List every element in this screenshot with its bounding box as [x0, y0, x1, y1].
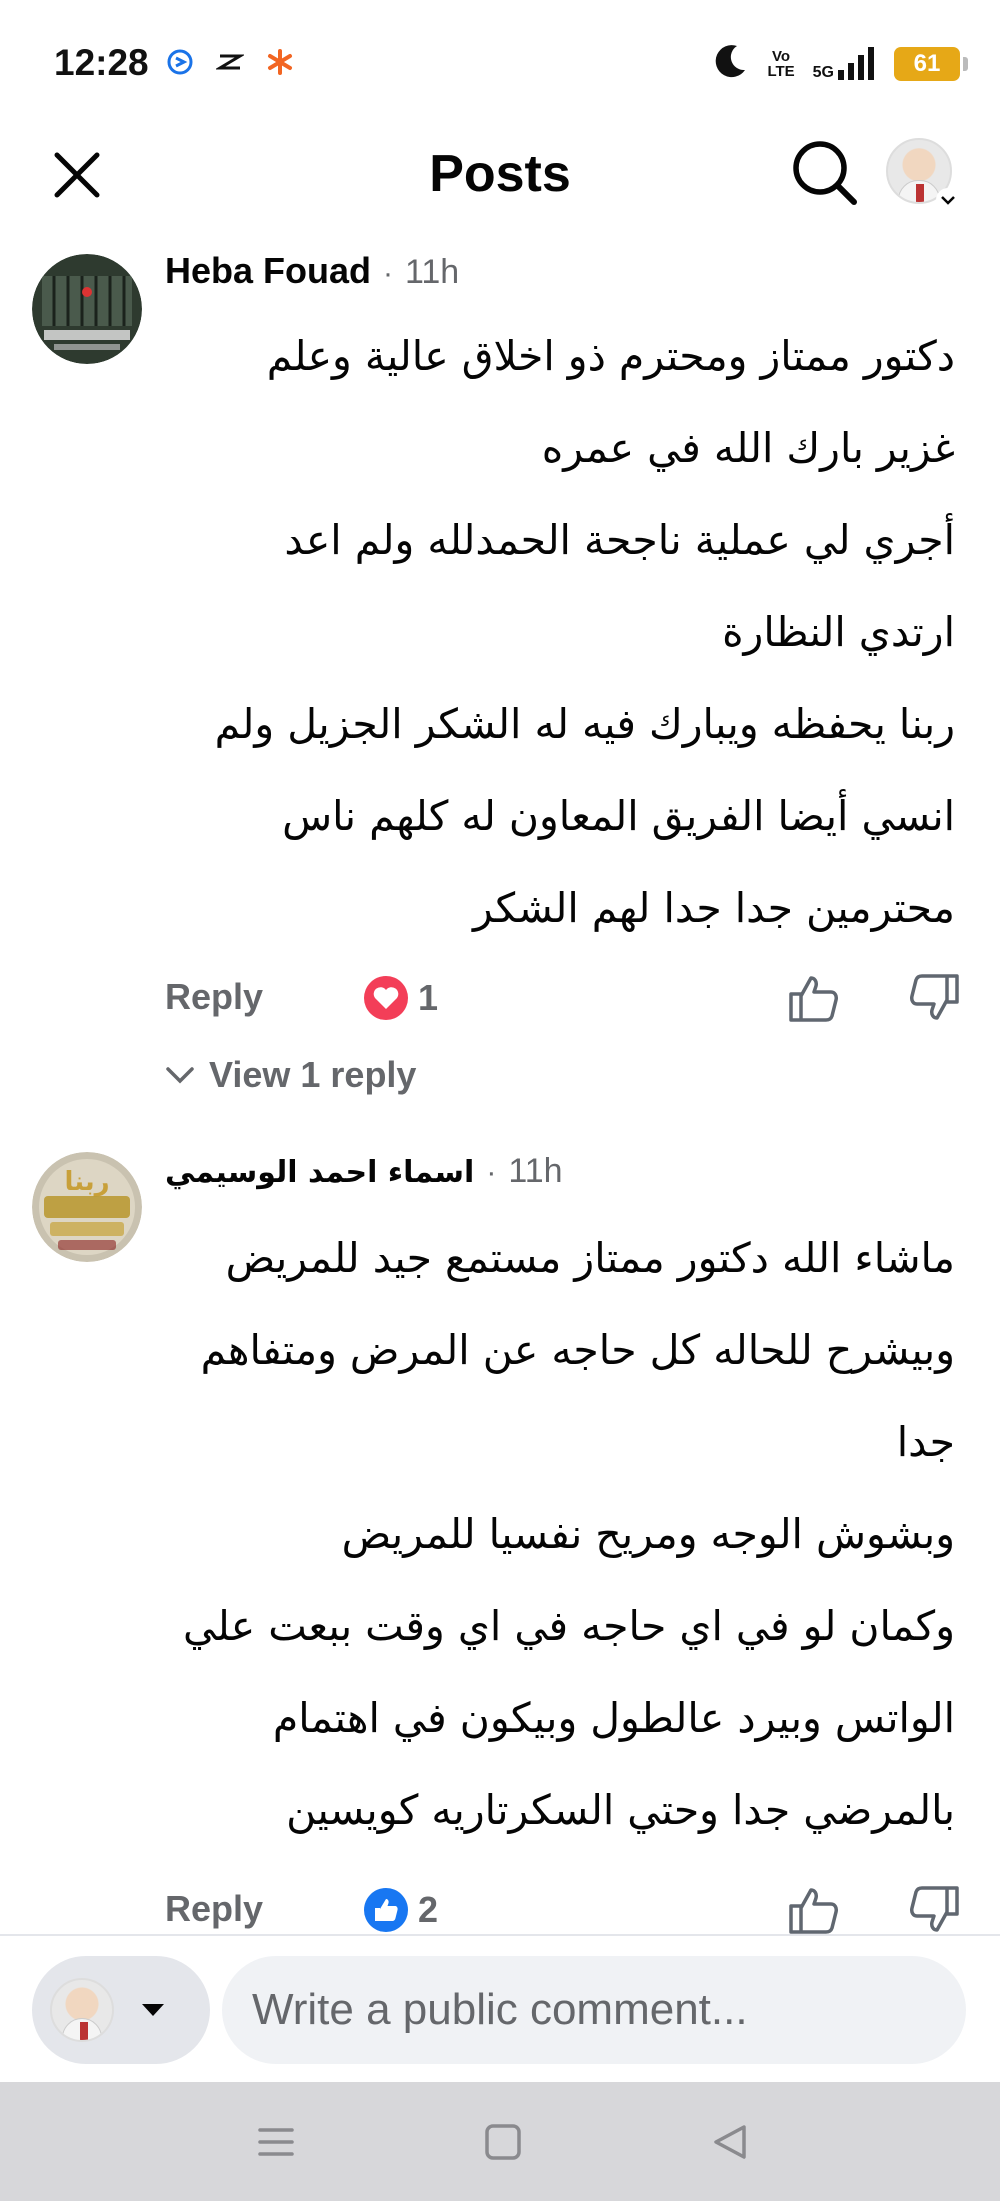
comment-timestamp[interactable]: 11h: [508, 1152, 562, 1191]
comment-author[interactable]: Heba Fouad: [165, 250, 371, 292]
svg-text:ربنا: ربنا: [64, 1167, 109, 1197]
back-triangle-icon: [714, 2125, 746, 2159]
network-type: 5G: [812, 63, 834, 81]
comment-line: انسي أيضا الفريق المعاون له كلهم ناس: [282, 792, 955, 840]
app-notification-icon: [166, 48, 194, 81]
home-square-icon: [485, 2124, 521, 2160]
reaction-count: 1: [418, 977, 439, 1018]
commenter-avatar[interactable]: [32, 254, 142, 364]
battery-indicator: 61: [894, 46, 968, 81]
system-navigation-bar: [0, 2082, 1000, 2201]
reply-button[interactable]: Reply: [165, 976, 263, 1018]
comment-actions: Reply 2: [165, 1882, 1000, 1942]
home-button[interactable]: [473, 2112, 533, 2172]
do-not-disturb-moon-icon: [711, 42, 749, 85]
caret-down-icon: [142, 2004, 164, 2016]
upvote-button[interactable]: [785, 970, 841, 1031]
reply-button[interactable]: Reply: [165, 1888, 263, 1930]
separator-dot: ·: [486, 1156, 497, 1189]
comment-line: غزير بارك الله في عمره: [541, 424, 955, 472]
comment-header: Heba Fouad · 11h: [165, 250, 972, 310]
chevron-down-icon: [166, 1067, 194, 1084]
system-status-icons: Vo LTE 5G 61: [711, 42, 968, 85]
comment-line: وبيشرح للحاله كل حاجه عن المرض ومتفاهم: [200, 1326, 955, 1374]
comment-timestamp[interactable]: 11h: [405, 253, 459, 292]
comment-line: ربنا يحفظه ويبارك فيه له الشكر الجزيل ول…: [214, 700, 955, 748]
profile-switcher-button[interactable]: [886, 138, 960, 212]
comment-line: أجري لي عملية ناجحة الحمدلله ولم اعد: [284, 516, 955, 564]
lte-label: LTE: [767, 62, 795, 80]
view-replies-button[interactable]: View 1 reply: [165, 1054, 416, 1096]
love-reaction-icon: [364, 976, 408, 1020]
thumbs-up-icon: [789, 1888, 838, 1934]
signal-bars-icon: [838, 46, 874, 80]
comment-line: ماشاء الله دكتور ممتاز مستمع جيد للمريض: [225, 1234, 955, 1282]
reaction-count: 2: [418, 1889, 439, 1930]
search-icon: [793, 141, 857, 205]
chevron-down-icon: [936, 188, 960, 212]
comment-composer: [0, 1934, 1000, 2082]
status-time: 12:28: [54, 42, 149, 83]
comment-line: دكتور ممتاز ومحترم ذو اخلاق عالية وعلم: [266, 332, 955, 380]
comment-line: ارتدي النظارة: [722, 608, 955, 656]
back-button[interactable]: [700, 2112, 760, 2172]
comment-line: محترمين جدا جدا لهم الشكر: [472, 884, 955, 932]
comment-text: ماشاء الله دكتور ممتاز مستمع جيد للمريض …: [165, 1212, 955, 1856]
status-bar: 12:28 Vo LTE 5G 61: [0, 0, 1000, 120]
menu-icon: [258, 2128, 294, 2156]
comment-line: وبشوش الوجه ومريح نفسيا للمريض: [341, 1510, 955, 1558]
separator-dot: ·: [383, 257, 394, 290]
comment-input[interactable]: [222, 1956, 966, 2064]
volte-label: Vo: [772, 47, 791, 65]
thumbs-up-icon: [789, 976, 838, 1022]
reaction-summary[interactable]: 2: [362, 1886, 438, 1934]
notification-icons: [166, 48, 294, 81]
like-reaction-icon: [364, 1888, 408, 1932]
commenter-avatar[interactable]: ربنا: [32, 1152, 142, 1262]
view-replies-label: View 1 reply: [209, 1054, 417, 1095]
volte-indicator: Vo LTE: [767, 49, 794, 79]
thumbs-down-icon: [910, 974, 959, 1020]
comment-header: اسماء احمد الوسيمي · 11h: [165, 1152, 972, 1212]
comment-line: بالمرضي جدا وحتي السكرتاريه كويسين: [286, 1786, 955, 1834]
recent-apps-button[interactable]: [246, 2112, 306, 2172]
comment-author[interactable]: اسماء احمد الوسيمي: [165, 1155, 474, 1190]
asterisk-app-icon: [266, 48, 294, 81]
thumbs-down-icon: [910, 1886, 959, 1932]
comment-line: وكمان لو في اي حاجه في اي وقت ببعت علي: [183, 1602, 955, 1650]
downvote-button[interactable]: [907, 970, 963, 1031]
reaction-summary[interactable]: 1: [362, 974, 438, 1022]
comment-text: دكتور ممتاز ومحترم ذو اخلاق عالية وعلم غ…: [165, 310, 955, 954]
top-app-bar: Posts: [0, 120, 1000, 230]
search-button[interactable]: [790, 138, 860, 208]
composer-avatar: [50, 1978, 114, 2042]
comment-as-selector[interactable]: [32, 1956, 210, 2064]
comment-line: الواتس وبيرد عالطول وبيكون في اهتمام: [272, 1694, 955, 1742]
comment-line: جدا: [896, 1418, 955, 1466]
infinity-app-icon: [214, 48, 246, 81]
signal-indicator: 5G: [813, 46, 876, 82]
comment-actions: Reply 1: [165, 970, 1000, 1030]
